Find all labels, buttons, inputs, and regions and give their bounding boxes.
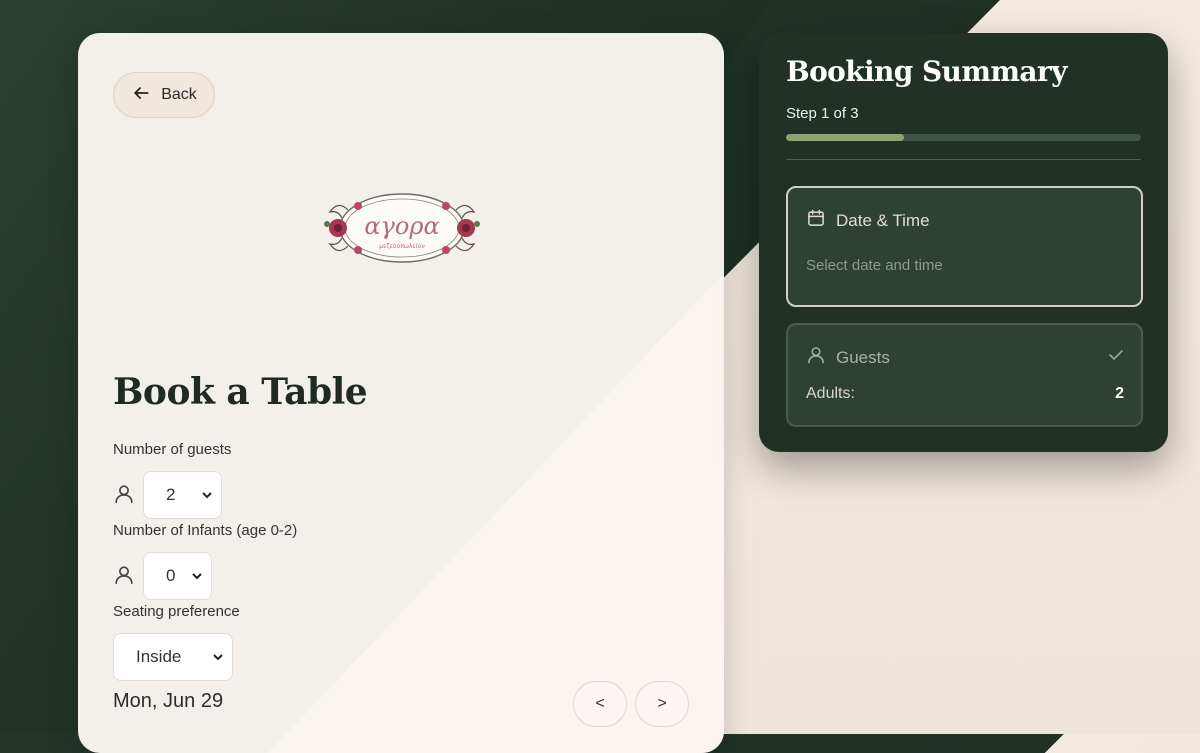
selected-date: Mon, Jun 29 [113,690,224,712]
booking-form-card: Back αγορα μεζεδοπωλείον Book a Table Nu… [78,33,724,753]
step-indicator: Step 1 of 3 [786,105,859,122]
adults-label: Adults: [806,385,855,402]
infants-select-value: 0 [166,566,176,585]
booking-summary-card: Booking Summary Step 1 of 3 Date & Time … [759,33,1168,452]
prev-date-button[interactable]: < [573,681,627,727]
guests-select[interactable]: 2 [143,471,222,519]
chevron-down-icon [202,492,212,499]
next-date-button[interactable]: > [635,681,689,727]
seating-select[interactable]: Inside [113,633,233,681]
date-time-heading: Date & Time [806,208,930,233]
restaurant-logo: αγορα μεζεδοπωλείον [318,188,486,272]
summary-title: Booking Summary [786,55,1067,88]
calendar-icon [806,208,826,233]
progress-fill [786,134,905,141]
adults-value: 2 [1115,385,1124,402]
chevron-down-icon [192,573,202,580]
divider [786,159,1141,160]
date-time-heading-label: Date & Time [836,210,930,230]
logo-wordmark: αγορα [364,212,439,240]
logo-subtitle: μεζεδοπωλείον [379,243,425,250]
guests-label: Number of guests [113,441,232,458]
infants-select[interactable]: 0 [143,552,212,600]
seating-label: Seating preference [113,603,240,620]
back-button[interactable]: Back [113,72,215,118]
guests-heading: Guests [806,345,890,370]
check-icon [1109,350,1123,361]
guests-heading-label: Guests [836,347,890,367]
person-icon [113,483,135,505]
page-title: Book a Table [113,371,368,413]
date-time-section[interactable]: Date & Time Select date and time [786,186,1143,307]
back-button-label: Back [161,86,197,103]
guests-select-value: 2 [166,485,176,504]
arrow-left-icon [131,83,151,108]
progress-bar [786,134,1141,141]
chevron-down-icon [213,654,223,661]
seating-select-value: Inside [136,647,182,666]
date-time-placeholder: Select date and time [806,257,943,274]
person-icon [113,564,135,586]
infants-label: Number of Infants (age 0-2) [113,522,298,539]
person-icon [806,345,826,370]
guests-section[interactable]: Guests Adults: 2 [786,323,1143,427]
